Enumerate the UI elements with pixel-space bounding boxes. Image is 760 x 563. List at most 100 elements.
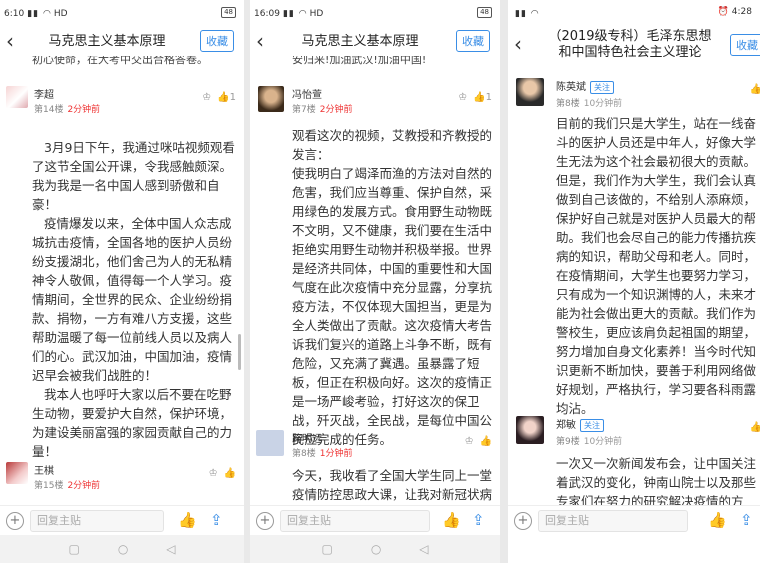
post-paragraph: 今天，我收看了全国大学生同上一堂疫情防控思政大课，让我对新冠状病毒: [292, 468, 493, 502]
page-title: 马克思主义基本原理: [301, 34, 419, 49]
avatar[interactable]: [256, 430, 284, 456]
post-body: 目前的我们只是大学生，站在一线奋斗的医护人员还是中年人，好像大学生无法为这个社会…: [556, 114, 760, 418]
post-time: 2分钟前: [319, 105, 353, 115]
thumb-up-icon[interactable]: 👍: [178, 511, 197, 529]
plus-circle-icon[interactable]: +: [514, 512, 532, 530]
post-body: 今天，我收看了全国大学生同上一堂疫情防控思政大课，让我对新冠状病毒: [292, 466, 492, 505]
share-icon[interactable]: ⇪: [210, 511, 223, 529]
post-meta: 第8楼 10分钟前: [556, 96, 622, 109]
panel-divider: [500, 0, 508, 563]
back-chevron-icon[interactable]: ‹: [6, 31, 14, 51]
signal-icon: ▮▮ ◠: [515, 9, 540, 19]
award-icon[interactable]: ♔: [202, 92, 211, 103]
recent-apps-icon[interactable]: ▢: [68, 542, 79, 556]
screenshot-panel-3: ▮▮ ◠ ⏰ 4:28 ‹ （2019级专科）毛泽东思想和中国特色社会主义理论 收…: [508, 0, 760, 563]
post-header: 李超 第14楼 2分钟前 ♔ 👍1: [0, 82, 244, 118]
post-meta: 第14楼 2分钟前: [34, 102, 100, 115]
username[interactable]: 冯怡萱: [292, 86, 322, 101]
thumb-up-icon: 👍: [473, 92, 486, 103]
reply-input[interactable]: 回复主贴: [30, 510, 164, 532]
floor-number: 第14楼: [34, 105, 64, 115]
username[interactable]: 陈英斌 关注: [556, 78, 614, 94]
system-nav-bar: [508, 535, 760, 563]
network-label: HD: [309, 9, 324, 19]
username-text: 郑敏: [556, 420, 576, 431]
post-body: 观看这次的视频，艾教授和齐教授的发言： 使我明白了竭泽而渔的方法对自然的危害，我…: [292, 126, 492, 449]
like-button[interactable]: 👍1: [473, 92, 492, 103]
post-meta: 第7楼 2分钟前: [292, 102, 352, 115]
thumb-up-icon[interactable]: 👍: [708, 511, 727, 529]
favorite-button[interactable]: 收藏: [730, 34, 760, 56]
share-icon[interactable]: ⇪: [740, 511, 753, 529]
post-header: 王棋 第15楼 2分钟前 ♔ 👍: [0, 458, 244, 494]
favorite-button[interactable]: 收藏: [456, 30, 490, 52]
system-nav-bar: ▢ ○ ◁: [0, 535, 244, 563]
thumb-up-icon[interactable]: 👍: [442, 511, 461, 529]
back-chevron-icon[interactable]: ‹: [514, 34, 522, 54]
post-time: 1分钟前: [319, 449, 353, 459]
like-button[interactable]: 👍: [750, 422, 760, 433]
post-paragraph: 疫情爆发以来，全体中国人众志成城抗击疫情，全国各地的医护人员纷纷支援湖北，他们舍…: [32, 216, 233, 383]
share-icon[interactable]: ⇪: [472, 511, 485, 529]
avatar[interactable]: [6, 86, 28, 108]
thumb-up-icon: 👍: [217, 92, 230, 103]
username[interactable]: 路明远: [292, 430, 322, 445]
like-button[interactable]: 👍1: [217, 92, 236, 103]
back-chevron-icon[interactable]: ‹: [256, 31, 264, 51]
username-text: 陈英斌: [556, 82, 586, 93]
nav-back-icon[interactable]: ◁: [419, 542, 428, 556]
signal-icon: ▮▮ ◠: [282, 9, 308, 19]
post-body: 3月9日下午，我通过咪咕视频观看了这节全国公开课，令我感触颇深。我为我是一名中国…: [32, 138, 236, 461]
follow-button[interactable]: 关注: [590, 80, 614, 94]
post-list[interactable]: 陈英斌 关注 第8楼 10分钟前 👍 目前的我们只是大学生，站在一线奋斗的医护人员还…: [508, 64, 760, 505]
like-button[interactable]: 👍: [480, 436, 492, 447]
reply-input[interactable]: 回复主贴: [538, 510, 688, 532]
page-title: 马克思主义基本原理: [48, 34, 166, 49]
signal-icon: ▮▮ ◠: [27, 9, 52, 19]
thumb-up-icon: 👍: [223, 468, 236, 479]
award-icon[interactable]: ♔: [209, 468, 218, 479]
avatar[interactable]: [6, 462, 28, 484]
avatar[interactable]: [516, 78, 544, 106]
home-icon[interactable]: ○: [118, 542, 128, 556]
award-icon[interactable]: ♔: [465, 436, 474, 447]
like-button[interactable]: 👍: [224, 468, 236, 479]
scrollbar-thumb[interactable]: [238, 334, 241, 370]
title-bar: ‹ 马克思主义基本原理 收藏: [250, 28, 500, 56]
status-bar: ▮▮ ◠ ⏰ 4:28: [508, 0, 760, 28]
avatar[interactable]: [258, 86, 284, 112]
nav-back-icon[interactable]: ◁: [166, 542, 175, 556]
post-list[interactable]: 安归来!加油武汉!加油中国! 冯怡萱 第7楼 2分钟前 ♔ 👍1 观看这次的视频，…: [250, 56, 500, 505]
like-button[interactable]: 👍: [750, 84, 760, 95]
battery-icon: 48: [477, 7, 492, 18]
home-icon[interactable]: ○: [371, 542, 381, 556]
title-bar: ‹ 马克思主义基本原理 收藏: [0, 28, 244, 56]
screenshot-panel-1: 6:10 ▮▮ ◠ HD 48 ‹ 马克思主义基本原理 收藏 初心使命，在大考中…: [0, 0, 244, 563]
status-time: 6:10: [4, 9, 25, 19]
floor-number: 第8楼: [292, 449, 316, 459]
award-icon[interactable]: ♔: [458, 92, 467, 103]
post-time: 10分钟前: [583, 437, 623, 447]
post-paragraph: 我本人也呼吁大家以后不要在吃野生动物，要爱护大自然，保护环境，为建设美丽富强的家…: [32, 387, 233, 459]
post-header: 陈英斌 关注 第8楼 10分钟前 👍: [508, 76, 760, 112]
post-body: 一次又一次新闻发布会，让中国关注着武汉的变化，钟南山院士以及那些专家们在努力的研…: [556, 454, 760, 505]
post-paragraph: 3月9日下午，我通过咪咕视频观看了这节全国公开课，令我感触颇深。我为我是一名中国…: [32, 140, 235, 212]
post-header: 路明远 第8楼 1分钟前 ♔ 👍: [250, 426, 500, 462]
post-time: 10分钟前: [583, 99, 623, 109]
post-list[interactable]: 初心使命，在大考中交出合格答卷。 李超 第14楼 2分钟前 ♔ 👍1 3月9日下午…: [0, 56, 244, 505]
thumb-up-icon: 👍: [479, 436, 492, 447]
username[interactable]: 郑敏 关注: [556, 416, 604, 432]
username[interactable]: 王棋: [34, 462, 54, 477]
floor-number: 第15楼: [34, 481, 64, 491]
screenshot-panel-2: 16:09 ▮▮ ◠ HD 48 ‹ 马克思主义基本原理 收藏 安归来!加油武汉…: [250, 0, 500, 563]
avatar[interactable]: [516, 416, 544, 444]
reply-input[interactable]: 回复主贴: [280, 510, 430, 532]
plus-circle-icon[interactable]: +: [256, 512, 274, 530]
plus-circle-icon[interactable]: +: [6, 512, 24, 530]
alarm-icon: ⏰: [717, 7, 729, 17]
recent-apps-icon[interactable]: ▢: [321, 542, 332, 556]
follow-button[interactable]: 关注: [580, 418, 604, 432]
username[interactable]: 李超: [34, 86, 54, 101]
favorite-button[interactable]: 收藏: [200, 30, 234, 52]
status-time: 16:09: [254, 9, 280, 19]
